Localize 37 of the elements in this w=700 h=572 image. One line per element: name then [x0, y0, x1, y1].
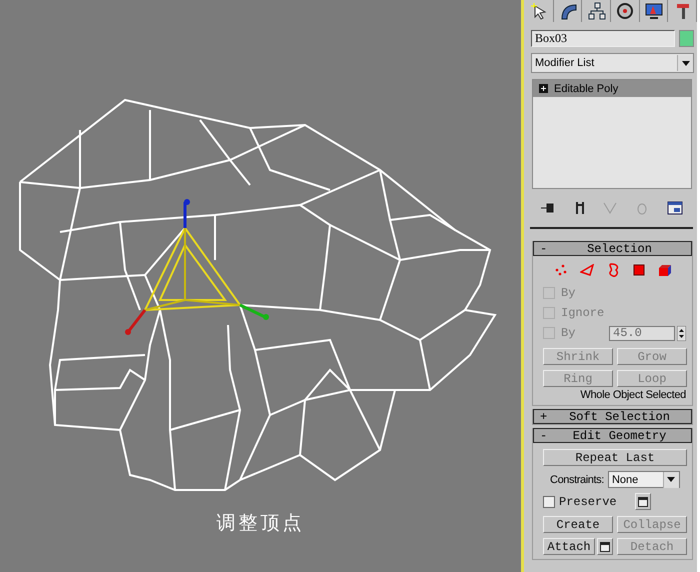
viewport-caption: 调整顶点 — [216, 511, 304, 536]
constraints-label: Constraints: — [550, 474, 604, 486]
modifier-stack-item[interactable]: Editable Poly — [533, 80, 691, 97]
modifier-list-dropdown[interactable]: Modifier List — [531, 53, 694, 73]
vertex-icon — [554, 264, 568, 276]
rollout-header[interactable]: - Edit Geometry — [533, 428, 692, 443]
object-name-field[interactable]: Box03 — [531, 30, 675, 47]
configure-icon[interactable] — [666, 201, 683, 215]
rollout-header[interactable]: + Soft Selection — [533, 409, 692, 424]
settings-button[interactable] — [634, 493, 651, 510]
hierarchy-icon — [588, 2, 606, 20]
border-icon — [606, 263, 618, 277]
repeat-last-button[interactable]: Repeat Last — [543, 449, 687, 466]
polygon-icon — [632, 264, 644, 276]
dropdown-arrow-icon — [682, 60, 690, 66]
pin-icon[interactable] — [540, 202, 556, 214]
bend-icon — [559, 2, 577, 20]
geometry-button[interactable]: Create — [543, 516, 613, 533]
expand-icon — [539, 84, 548, 93]
monitor-icon — [645, 2, 664, 20]
checkbox-label: By — [561, 286, 576, 300]
checkbox-label: Preserve — [559, 494, 617, 508]
stack-result-icon[interactable] — [574, 201, 585, 215]
rollout-header[interactable]: - Selection — [533, 241, 692, 256]
cursor-star-icon — [530, 2, 548, 20]
object-color-swatch[interactable] — [679, 30, 694, 47]
selection-status: Whole Object Selected — [579, 389, 686, 401]
checkbox-label: Ignore — [561, 306, 604, 320]
checkbox-label: By — [561, 326, 576, 340]
spinner-arrows-icon[interactable] — [677, 326, 686, 340]
geometry-button[interactable]: Attach — [543, 538, 595, 555]
checkbox[interactable] — [543, 496, 555, 508]
settings-button[interactable] — [597, 538, 613, 555]
constraints-dropdown[interactable]: None — [608, 471, 680, 488]
element-icon — [658, 264, 672, 276]
dropdown-arrow-icon — [667, 477, 676, 482]
edge-icon — [580, 264, 594, 276]
